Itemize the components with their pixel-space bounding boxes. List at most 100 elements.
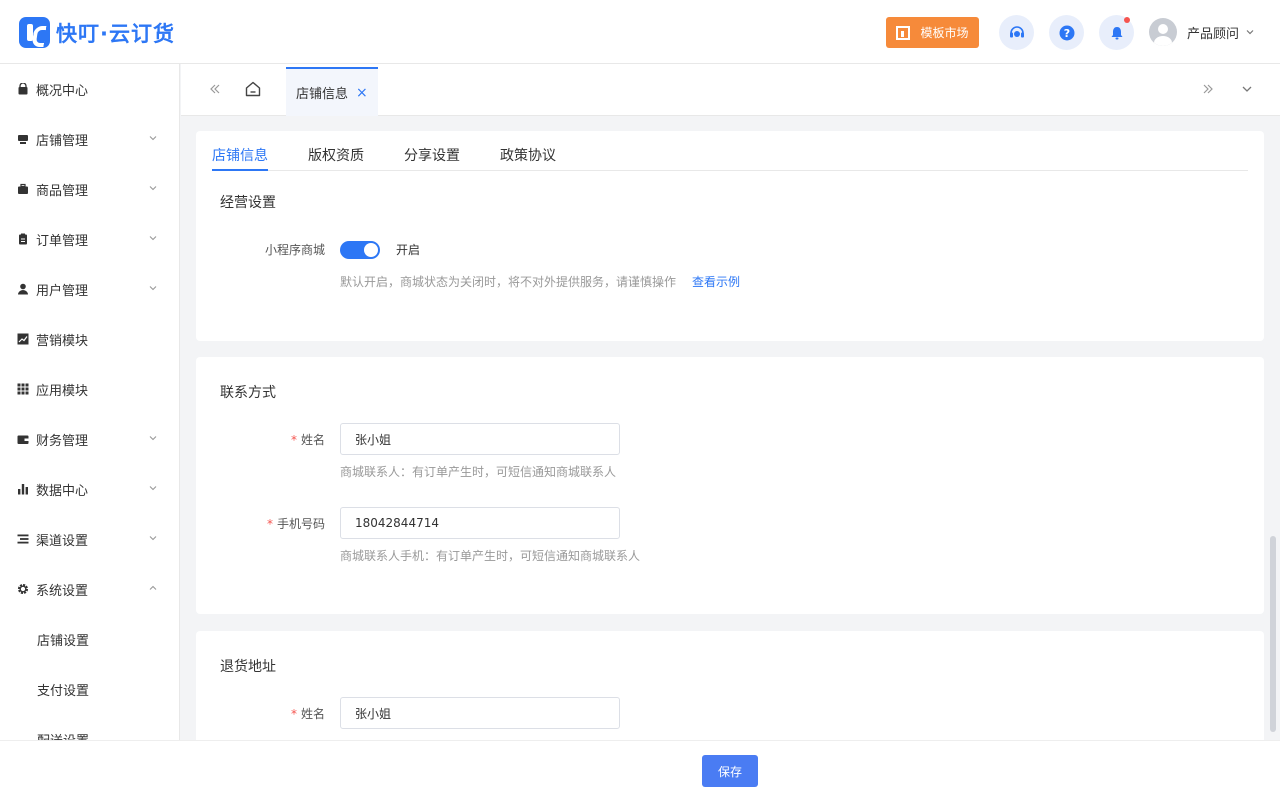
label-text: 姓名 [300,433,325,447]
trend-chart-icon [17,333,29,345]
bell-icon [1111,26,1122,39]
notification-button[interactable] [1099,15,1134,50]
return-name-label: * 姓名 [191,705,325,722]
bag-icon [17,83,29,95]
user-name: 产品顾问 [1187,26,1240,42]
tab-label: 店铺信息 [296,87,349,102]
customer-service-button[interactable] [999,15,1034,50]
section-title: 经营设置 [220,195,276,211]
contact-name-label: * 姓名 [191,431,325,448]
list-icon [17,533,29,545]
notification-dot [1124,17,1130,23]
view-example-link[interactable]: 查看示例 [692,275,740,289]
subtab-policy[interactable]: 政策协议 [500,145,556,171]
top-header: 快叮·云订货 模板市场 ? 产品顾问 [0,0,1280,64]
sidebar-item[interactable]: 数据中心 [0,464,179,514]
required-mark: * [266,517,273,531]
sidebar-item[interactable]: 系统设置 [0,564,179,614]
sidebar-item-label: 系统设置 [36,583,89,599]
headset-icon [1009,25,1024,37]
contact-name-input[interactable] [340,423,620,455]
subtab-share-settings[interactable]: 分享设置 [404,145,460,171]
sidebar-item[interactable]: 渠道设置 [0,514,179,564]
logo-text: 快叮·云订货 [56,21,175,46]
contact-phone-input[interactable] [340,507,620,539]
sidebar-item-label: 渠道设置 [36,533,89,549]
sidebar-item[interactable]: 店铺管理 [0,114,179,164]
tab-store-info[interactable]: 店铺信息 × [286,67,378,116]
help-icon: ? [1059,25,1074,40]
sidebar: 概况中心店铺管理商品管理订单管理用户管理营销模块应用模块财务管理数据中心渠道设置… [0,64,180,740]
mini-program-toggle[interactable] [340,241,380,259]
label-text: 手机号码 [276,517,325,531]
chevron-down-icon [1242,86,1252,92]
sidebar-item-label: 概况中心 [36,83,89,99]
tab-bar: 店铺信息 × [181,64,1280,116]
logo-mark-icon [19,17,50,48]
sidebar-item[interactable]: 概况中心 [0,64,179,114]
sidebar-subitem-label: 店铺设置 [37,633,90,649]
template-market-button[interactable]: 模板市场 [886,17,979,48]
subtab-copyright[interactable]: 版权资质 [308,145,364,171]
sidebar-item[interactable]: 财务管理 [0,414,179,464]
toggle-status-text: 开启 [396,243,421,257]
chevron-down-icon [148,182,158,197]
sidebar-item[interactable]: 商品管理 [0,164,179,214]
double-chevron-left-icon [210,84,220,94]
wallet-icon [17,433,29,445]
home-tab-icon[interactable] [244,80,262,98]
mini-program-label: 小程序商城 [264,243,325,257]
main-content: 店铺信息 版权资质 分享设置 政策协议 经营设置 小程序商城 开启 默认开启，商… [181,116,1280,740]
sidebar-subitem[interactable]: 支付设置 [0,664,179,714]
chevron-down-icon [148,482,158,497]
template-icon [896,25,911,40]
avatar [1149,18,1177,46]
subtab-store-info[interactable]: 店铺信息 [212,145,268,171]
sidebar-item-label: 订单管理 [36,233,89,249]
scroll-tabs-left-button[interactable] [206,80,224,98]
contact-name-help: 商城联系人：有订单产生时，可短信通知商城联系人 [340,465,617,479]
double-chevron-right-icon [1203,84,1213,94]
sidebar-item[interactable]: 用户管理 [0,264,179,314]
save-button[interactable]: 保存 [702,755,758,787]
sidebar-item-label: 财务管理 [36,433,89,449]
contact-card: 联系方式 *姓名 商城联系人：有订单产生时，可短信通知商城联系人 *手机号码 商… [196,357,1264,614]
store-icon [17,133,29,145]
sidebar-subitem[interactable]: 配送设置 [0,714,179,741]
app-logo[interactable]: 快叮·云订货 [19,17,175,48]
bar-chart-icon [17,483,29,495]
sidebar-item[interactable]: 订单管理 [0,214,179,264]
required-mark: * [290,707,297,721]
return-address-card: 退货地址 * 姓名 [196,631,1264,740]
chevron-down-icon [148,532,158,547]
user-icon [17,283,29,295]
business-settings-card: 店铺信息 版权资质 分享设置 政策协议 经营设置 小程序商城 开启 默认开启，商… [196,131,1264,341]
tab-list-dropdown-button[interactable] [1238,80,1256,98]
sidebar-item[interactable]: 营销模块 [0,314,179,364]
chevron-down-icon [1246,30,1254,35]
help-button[interactable]: ? [1049,15,1084,50]
label-text: 姓名 [300,707,325,721]
required-mark: * [290,433,297,447]
briefcase-icon [17,183,29,195]
close-icon[interactable]: × [356,85,368,101]
section-title: 退货地址 [220,659,276,675]
chevron-up-icon [148,582,158,597]
sidebar-item-label: 店铺管理 [36,133,89,149]
sidebar-item-label: 应用模块 [36,383,89,399]
sidebar-item[interactable]: 应用模块 [0,364,179,414]
sub-tab-bar: 店铺信息 版权资质 分享设置 政策协议 [212,145,1248,171]
content-scrollbar[interactable] [1270,536,1276,732]
template-market-label: 模板市场 [920,26,969,40]
contact-phone-help: 商城联系人手机：有订单产生时，可短信通知商城联系人 [340,549,641,563]
user-menu[interactable]: 产品顾问 [1149,18,1255,46]
grid-icon [17,383,29,395]
sidebar-item-label: 营销模块 [36,333,89,349]
chevron-down-icon [148,232,158,247]
gear-icon [17,583,29,595]
scroll-tabs-right-button[interactable] [1199,80,1217,98]
chevron-down-icon [148,282,158,297]
return-name-input[interactable] [340,697,620,729]
sidebar-subitem[interactable]: 店铺设置 [0,614,179,664]
chevron-down-icon [148,132,158,147]
